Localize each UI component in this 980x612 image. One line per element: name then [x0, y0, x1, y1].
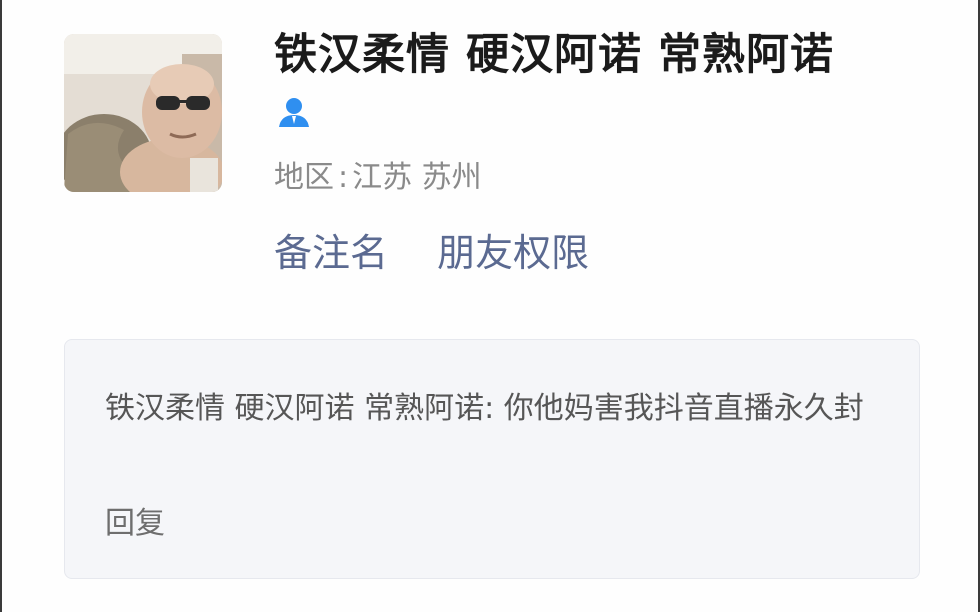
remark-name-link[interactable]: 备注名: [274, 222, 388, 277]
region-line: 地区: 江苏 苏州: [274, 152, 482, 196]
message-card: 铁汉柔情 硬汉阿诺 常熟阿诺: 你他妈害我抖音直播永久封 回复: [64, 339, 920, 579]
region-label: 地区: [274, 160, 334, 195]
region-value: 江苏 苏州: [352, 160, 482, 195]
person-icon: [275, 94, 313, 132]
avatar[interactable]: [64, 34, 222, 192]
reply-button[interactable]: 回复: [105, 498, 165, 542]
message-text: 铁汉柔情 硬汉阿诺 常熟阿诺: 你他妈害我抖音直播永久封: [105, 391, 864, 426]
contact-profile-page: 铁汉柔情 硬汉阿诺 常熟阿诺 地区: 江苏 苏州 备注名 朋友权限 铁汉柔情 硬汉…: [0, 0, 980, 612]
profile-actions: 备注名 朋友权限: [274, 222, 589, 277]
region-separator: :: [338, 160, 349, 195]
friend-permission-link[interactable]: 朋友权限: [437, 222, 589, 277]
avatar-photo: [64, 34, 222, 192]
contact-name: 铁汉柔情 硬汉阿诺 常熟阿诺: [274, 30, 834, 80]
